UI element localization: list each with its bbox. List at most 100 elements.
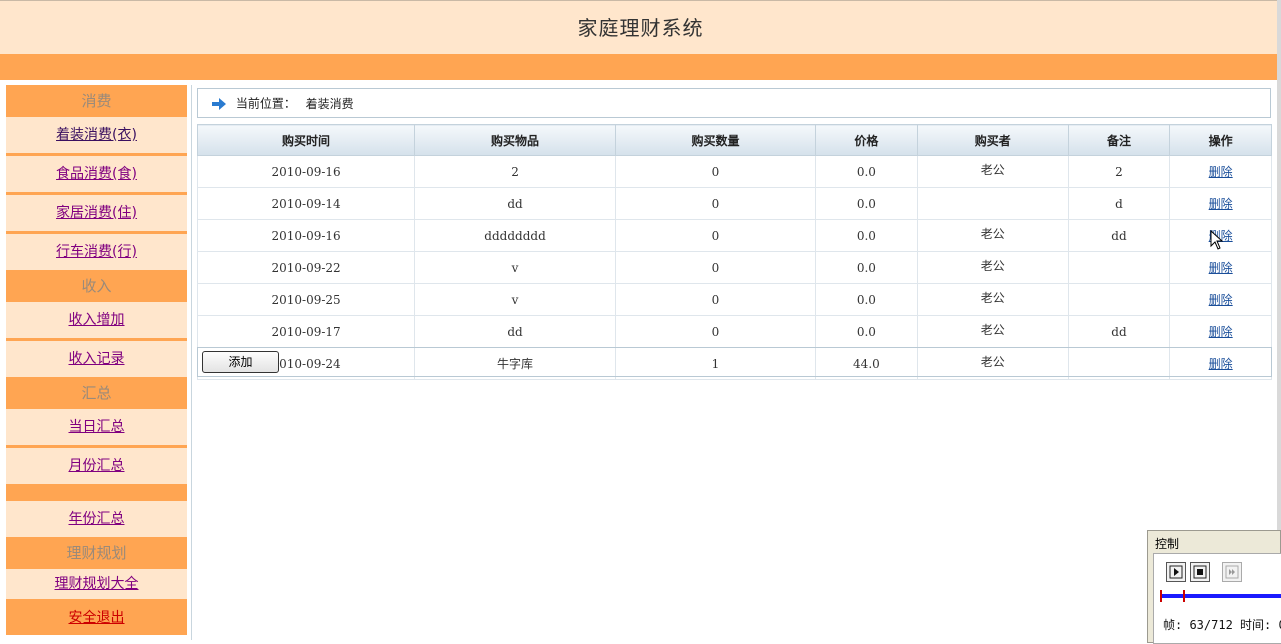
sidebar-link-monthly-summary[interactable]: 月份汇总 — [69, 458, 125, 474]
col-header-buyer: 购买者 — [916, 124, 1069, 156]
add-button[interactable]: 添加 — [202, 351, 279, 373]
table-row: 2010-09-14 dd 0 0.0 d 删除 — [196, 187, 1272, 220]
table-row: 2010-09-25 v 0 0.0 老公 删除 — [196, 283, 1272, 316]
cell-note — [1067, 251, 1171, 284]
stop-button[interactable] — [1190, 562, 1210, 582]
cell-buyer — [916, 187, 1069, 220]
sidebar-link-clothing[interactable]: 着装消费(衣) — [56, 127, 137, 143]
sidebar: 消费 着装消费(衣) 食品消费(食) 家居消费(住) 行车消费(行) 收入 收入… — [6, 85, 187, 635]
header: 家庭理财系统 — [0, 0, 1281, 54]
cell-action: 删除 — [1169, 315, 1272, 348]
cell-note — [1067, 283, 1171, 316]
timeline-position-marker[interactable] — [1183, 590, 1185, 602]
cell-quantity: 0 — [614, 283, 816, 316]
cell-item: v — [414, 283, 616, 316]
col-header-note: 备注 — [1067, 124, 1171, 156]
sidebar-link-planning[interactable]: 理财规划大全 — [55, 576, 139, 592]
frame-time-readout: 帧: 63/712 时间: 0 — [1163, 618, 1281, 632]
table-row: 2010-09-17 dd 0 0.0 老公 dd 删除 — [196, 315, 1272, 348]
col-header-quantity: 购买数量 — [614, 124, 816, 156]
exit-link[interactable]: 安全退出 — [69, 610, 125, 626]
breadcrumb-current: 着装消费 — [305, 96, 354, 111]
cell-buyer: 老公 — [916, 251, 1069, 284]
cell-note: d — [1067, 187, 1171, 220]
mouse-cursor-icon — [1210, 230, 1224, 250]
cell-price: 0.0 — [814, 315, 918, 348]
sidebar-item-add-income[interactable]: 收入增加 — [6, 302, 187, 341]
stop-icon — [1193, 565, 1207, 579]
sidebar-link-food[interactable]: 食品消费(食) — [56, 166, 137, 182]
sidebar-item-monthly-summary[interactable]: 月份汇总 — [6, 448, 187, 484]
play-button[interactable] — [1166, 562, 1186, 582]
sidebar-item-planning[interactable]: 理财规划大全 — [6, 569, 187, 602]
sidebar-link-add-income[interactable]: 收入增加 — [69, 312, 125, 328]
cell-buyer: 老公 — [916, 315, 1069, 348]
table-header-row: 购买时间 购买物品 购买数量 价格 购买者 备注 操作 — [196, 124, 1272, 156]
control-panel: 控制 帧: 63/712 时间: 0 — [1147, 530, 1281, 644]
sidebar-item-housing[interactable]: 家居消费(住) — [6, 195, 187, 234]
cell-item: 2 — [414, 155, 616, 188]
sidebar-link-yearly-summary[interactable]: 年份汇总 — [69, 511, 125, 527]
sidebar-item-income-records[interactable]: 收入记录 — [6, 341, 187, 377]
cell-action: 删除 — [1169, 283, 1272, 316]
cell-quantity: 0 — [614, 315, 816, 348]
table-row: 2010-09-16 2 0 0.0 老公 2 删除 — [196, 155, 1272, 188]
col-header-time: 购买时间 — [196, 124, 416, 156]
cell-quantity: 0 — [614, 251, 816, 284]
sidebar-heading-income: 收入 — [6, 270, 187, 302]
cell-note: dd — [1067, 315, 1171, 348]
sidebar-link-daily-summary[interactable]: 当日汇总 — [69, 419, 125, 435]
page-title: 家庭理财系统 — [577, 16, 704, 40]
sidebar-item-clothing[interactable]: 着装消费(衣) — [6, 117, 187, 156]
cell-action: 删除 — [1169, 187, 1272, 220]
delete-link[interactable]: 删除 — [1209, 261, 1233, 275]
cell-action: 删除 — [1169, 155, 1272, 188]
timeline-slider[interactable] — [1160, 594, 1281, 598]
delete-link[interactable]: 删除 — [1209, 325, 1233, 339]
table-body: 2010-09-16 2 0 0.0 老公 2 删除 2010-09-14 dd 0 0.0 d 删除 2… — [196, 155, 1272, 380]
cell-time: 2010-09-17 — [196, 315, 416, 348]
delete-link[interactable]: 删除 — [1209, 165, 1233, 179]
sidebar-heading-consumption: 消费 — [6, 85, 187, 117]
cell-time: 2010-09-14 — [196, 187, 416, 220]
cell-time: 2010-09-22 — [196, 251, 416, 284]
cell-buyer: 老公 — [916, 155, 1069, 188]
breadcrumb: 当前位置： 着装消费 — [197, 88, 1271, 118]
cell-item: dd — [414, 187, 616, 220]
col-header-action: 操作 — [1169, 124, 1272, 156]
step-forward-button[interactable] — [1222, 562, 1242, 582]
sidebar-link-transport[interactable]: 行车消费(行) — [56, 244, 137, 260]
step-forward-icon — [1225, 565, 1239, 579]
sidebar-item-yearly-summary[interactable]: 年份汇总 — [6, 501, 187, 537]
cell-note: 2 — [1067, 155, 1171, 188]
arrow-right-icon — [212, 97, 226, 110]
header-bar — [0, 54, 1281, 80]
table-row: 2010-09-22 v 0 0.0 老公 删除 — [196, 251, 1272, 284]
cell-action: 删除 — [1169, 251, 1272, 284]
cell-price: 0.0 — [814, 251, 918, 284]
content-divider — [191, 85, 192, 640]
delete-link[interactable]: 删除 — [1209, 293, 1233, 307]
sidebar-heading-summary: 汇总 — [6, 377, 187, 409]
cell-quantity: 0 — [614, 187, 816, 220]
sidebar-spacer — [6, 484, 187, 501]
delete-link[interactable]: 删除 — [1209, 197, 1233, 211]
cell-time: 2010-09-16 — [196, 155, 416, 188]
sidebar-item-daily-summary[interactable]: 当日汇总 — [6, 409, 187, 448]
col-header-item: 购买物品 — [414, 124, 616, 156]
cell-time: 2010-09-16 — [196, 219, 416, 252]
sidebar-item-transport[interactable]: 行车消费(行) — [6, 234, 187, 270]
cell-item: v — [414, 251, 616, 284]
expense-table: 购买时间 购买物品 购买数量 价格 购买者 备注 操作 2010-09-16 2 0… — [196, 124, 1272, 380]
play-icon — [1169, 565, 1183, 579]
col-header-price: 价格 — [814, 124, 918, 156]
cell-price: 0.0 — [814, 155, 918, 188]
cell-buyer: 老公 — [916, 283, 1069, 316]
table-row: 2010-09-16 dddddddd 0 0.0 老公 dd 删除 — [196, 219, 1272, 252]
sidebar-item-exit[interactable]: 安全退出 — [6, 602, 187, 635]
cell-buyer: 老公 — [916, 219, 1069, 252]
control-panel-title: 控制 — [1155, 537, 1180, 551]
sidebar-link-income-records[interactable]: 收入记录 — [69, 351, 125, 367]
sidebar-link-housing[interactable]: 家居消费(住) — [56, 205, 137, 221]
sidebar-item-food[interactable]: 食品消费(食) — [6, 156, 187, 195]
